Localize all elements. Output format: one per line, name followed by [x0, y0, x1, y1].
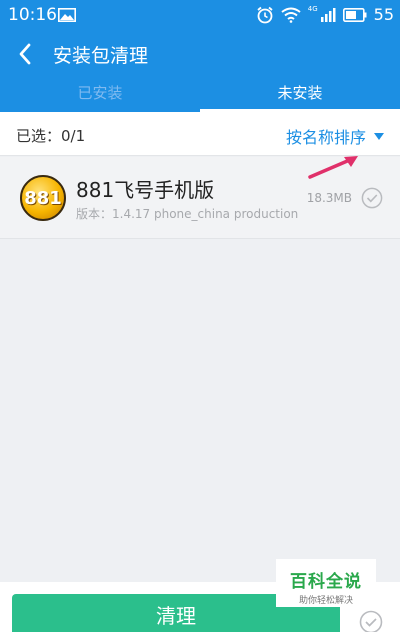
network-type-label: 4G: [307, 4, 318, 13]
checkbox-icon[interactable]: [361, 187, 383, 209]
tab-not-installed[interactable]: 未安装: [200, 76, 400, 112]
battery-icon: [342, 7, 367, 22]
selected-count: 已选：0/1: [16, 127, 86, 145]
sort-dropdown[interactable]: 按名称排序: [286, 124, 384, 148]
caret-down-icon: [374, 132, 384, 140]
watermark-title: 百科全说: [290, 572, 362, 592]
back-arrow-icon[interactable]: [18, 43, 32, 65]
app-version: 版本：1.4.17 phone_china production: [76, 207, 299, 221]
page-title: 安装包清理: [53, 45, 149, 67]
wifi-icon: [281, 7, 301, 23]
app-icon-text: 881: [24, 187, 62, 209]
sort-label: 按名称排序: [285, 128, 366, 147]
annotation-arrow-icon: [308, 156, 358, 179]
filter-row: 已选：0/1 按名称排序: [0, 112, 400, 156]
app-icon: 881: [20, 175, 66, 221]
app-header: 安装包清理: [0, 32, 400, 76]
tab-installed[interactable]: 已安装: [0, 76, 200, 112]
status-time: 10:16: [8, 5, 57, 25]
watermark-logo: 百科全说 助你轻松解决: [276, 559, 376, 607]
status-right-group: 4G 55: [256, 5, 394, 24]
status-bar: 10:16 4G 55: [0, 0, 400, 32]
image-icon: [58, 8, 76, 22]
signal-icon: [320, 7, 336, 22]
battery-level: 55: [373, 5, 394, 24]
app-size: 18.3MB: [306, 191, 352, 205]
app-name: 881飞号手机版: [76, 178, 215, 202]
watermark-subtitle: 助你轻松解决: [298, 596, 353, 606]
tab-bar: 已安装 未安装: [0, 76, 400, 112]
select-all-check-icon[interactable]: [359, 610, 383, 632]
alarm-icon: [257, 6, 273, 23]
